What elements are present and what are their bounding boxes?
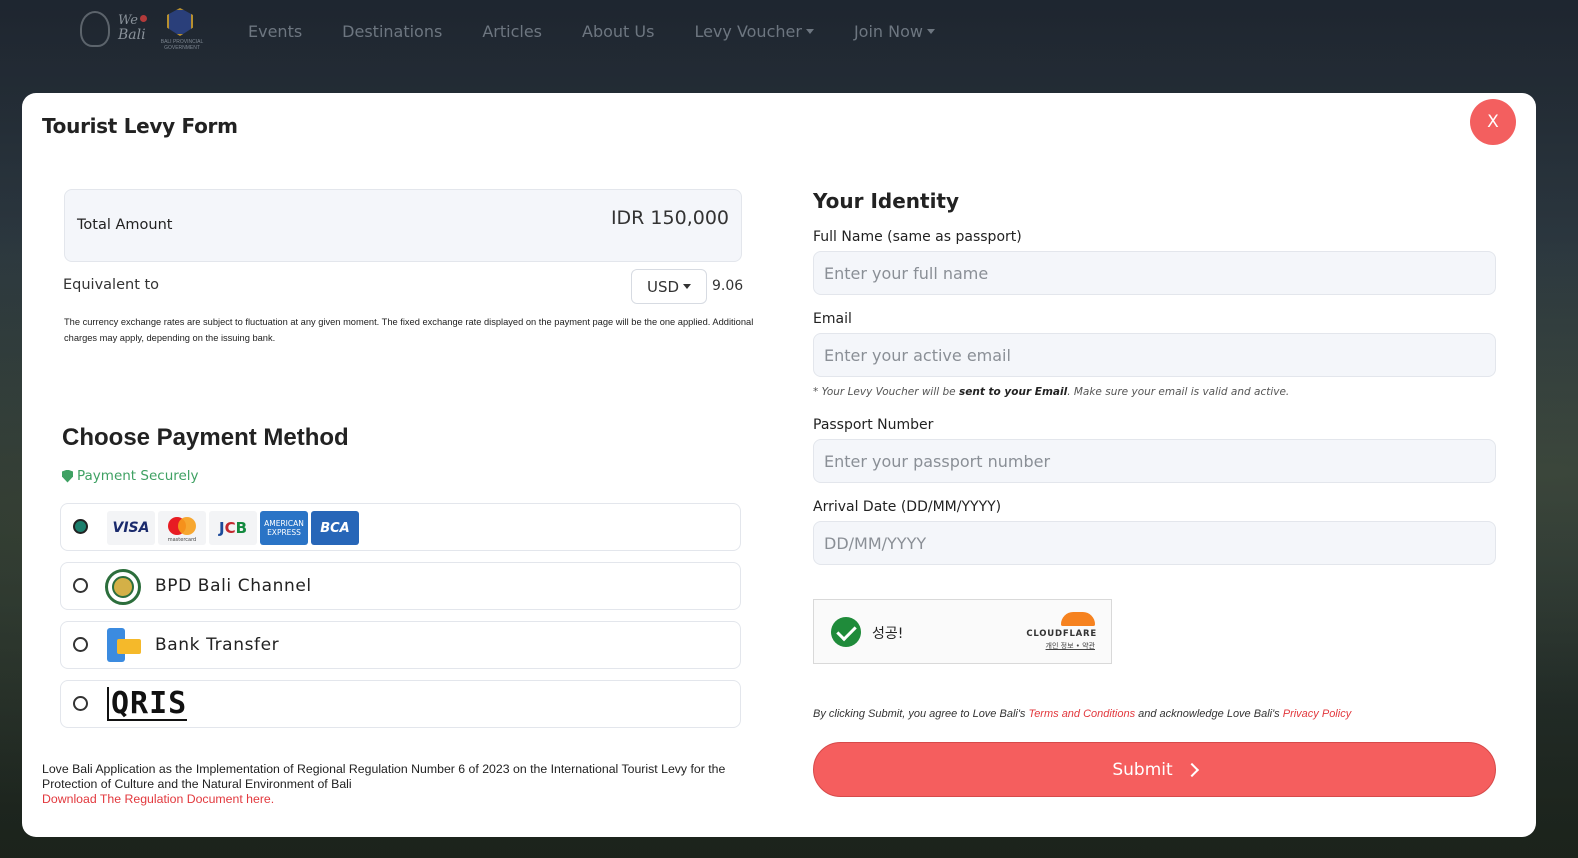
cloudflare-captcha[interactable]: 성공! CLOUDFLARE 개인 정보 • 약관 <box>813 599 1112 664</box>
email-hint: * Your Levy Voucher will be sent to your… <box>813 386 1290 398</box>
bca-card-icon: BCA <box>311 511 359 545</box>
bali-government-logo: BALI PROVINCIAL GOVERNMENT <box>158 6 204 52</box>
nav-item-join-now[interactable]: Join Now <box>854 22 935 41</box>
nav-item-levy-voucher[interactable]: Levy Voucher <box>694 22 814 41</box>
submit-button[interactable]: Submit <box>813 742 1496 797</box>
payment-method-title: Choose Payment Method <box>62 424 349 451</box>
payment-option-cards[interactable]: VISA mastercard JCB AMERICAN EXPRESS BCA <box>60 503 741 551</box>
caret-down-icon <box>805 29 814 34</box>
agreement-text: By clicking Submit, you agree to Love Ba… <box>813 708 1352 720</box>
payment-option-bank-transfer[interactable]: Bank Transfer <box>60 621 741 669</box>
arrival-date-input[interactable] <box>813 521 1496 565</box>
card-logos: VISA mastercard JCB AMERICAN EXPRESS BCA <box>107 511 359 545</box>
check-icon <box>831 617 861 647</box>
exchange-rate-note: The currency exchange rates are subject … <box>64 317 754 343</box>
caret-down-icon <box>683 284 692 289</box>
shield-icon <box>62 469 73 483</box>
regulation-note: Love Bali Application as the Implementat… <box>42 762 782 807</box>
regulation-text: Love Bali Application as the Implementat… <box>42 762 726 791</box>
cloudflare-logo: CLOUDFLARE 개인 정보 • 약관 <box>1021 612 1097 654</box>
logos: We Bali BALI PROVINCIAL GOVERNMENT <box>78 6 204 52</box>
equivalent-label: Equivalent to <box>63 277 160 293</box>
full-name-input[interactable] <box>813 251 1496 295</box>
payment-option-bpd-bali[interactable]: BPD Bali Channel <box>60 562 741 610</box>
arrival-date-label: Arrival Date (DD/MM/YYYY) <box>813 499 1002 515</box>
nav-item-articles[interactable]: Articles <box>482 22 542 41</box>
nav-label: Events <box>248 22 303 41</box>
amex-icon: AMERICAN EXPRESS <box>260 511 308 545</box>
radio-selected[interactable] <box>73 519 88 534</box>
full-name-label: Full Name (same as passport) <box>813 229 1022 245</box>
nav-item-about-us[interactable]: About Us <box>582 22 654 41</box>
bank-transfer-icon <box>107 628 141 664</box>
dancer-silhouette-icon <box>80 11 110 47</box>
passport-label: Passport Number <box>813 417 934 433</box>
payment-option-qris[interactable]: QRIS <box>60 680 741 728</box>
radio-unselected[interactable] <box>73 637 88 652</box>
total-amount-value: IDR 150,000 <box>610 207 729 229</box>
nav-label: Destinations <box>342 22 443 41</box>
currency-value: USD <box>646 277 680 296</box>
nav-label: About Us <box>582 22 655 41</box>
payment-secure-badge: Payment Securely <box>62 468 199 484</box>
captcha-status: 성공! <box>872 626 904 642</box>
nav-menu: Events Destinations Articles About Us Le… <box>248 22 975 41</box>
privacy-link[interactable]: Privacy Policy <box>1283 708 1351 720</box>
total-amount-box: Total Amount IDR 150,000 <box>64 189 742 262</box>
secure-label: Payment Securely <box>77 468 199 484</box>
radio-unselected[interactable] <box>73 578 88 593</box>
nav-label: Levy Voucher <box>694 22 802 41</box>
total-amount-label: Total Amount <box>77 217 173 233</box>
logo-text-we: We <box>118 13 138 28</box>
identity-title: Your Identity <box>813 189 960 213</box>
heart-icon <box>140 15 147 22</box>
cloudflare-brand: CLOUDFLARE <box>1026 629 1097 639</box>
visa-icon: VISA <box>107 511 155 545</box>
crest-icon <box>167 8 193 36</box>
gov-logo-text: BALI PROVINCIAL GOVERNMENT <box>160 39 204 51</box>
nav-item-destinations[interactable]: Destinations <box>342 22 442 41</box>
radio-unselected[interactable] <box>73 696 88 711</box>
captcha-links[interactable]: 개인 정보 • 약관 <box>1046 641 1095 651</box>
regulation-download-link[interactable]: Download The Regulation Document here. <box>42 792 274 806</box>
modal-title: Tourist Levy Form <box>42 114 238 138</box>
email-label: Email <box>813 311 852 327</box>
currency-select[interactable]: USD <box>631 269 707 304</box>
nav-item-events[interactable]: Events <box>248 22 302 41</box>
tourist-levy-modal: Tourist Levy Form X Total Amount IDR 150… <box>22 93 1536 837</box>
close-button[interactable]: X <box>1470 99 1516 145</box>
nav-label: Articles <box>482 22 542 41</box>
email-input[interactable] <box>813 333 1496 377</box>
equivalent-value: 9.06 <box>712 278 744 294</box>
jcb-icon: JCB <box>209 511 257 545</box>
navbar: We Bali BALI PROVINCIAL GOVERNMENT Event… <box>0 0 1578 66</box>
chevron-right-icon <box>1184 762 1199 777</box>
payment-option-label: Bank Transfer <box>155 635 280 655</box>
love-bali-logo[interactable]: We Bali <box>78 7 150 51</box>
caret-down-icon <box>926 29 935 34</box>
payment-option-label: BPD Bali Channel <box>155 576 312 596</box>
submit-label: Submit <box>1112 759 1173 780</box>
bpd-bali-icon <box>105 569 141 605</box>
mastercard-icon: mastercard <box>158 511 206 545</box>
logo-text-bali: Bali <box>118 27 146 43</box>
qris-logo-icon: QRIS <box>107 687 188 721</box>
cloud-icon <box>1061 612 1095 626</box>
terms-link[interactable]: Terms and Conditions <box>1028 708 1135 720</box>
passport-input[interactable] <box>813 439 1496 483</box>
nav-label: Join Now <box>853 22 923 41</box>
